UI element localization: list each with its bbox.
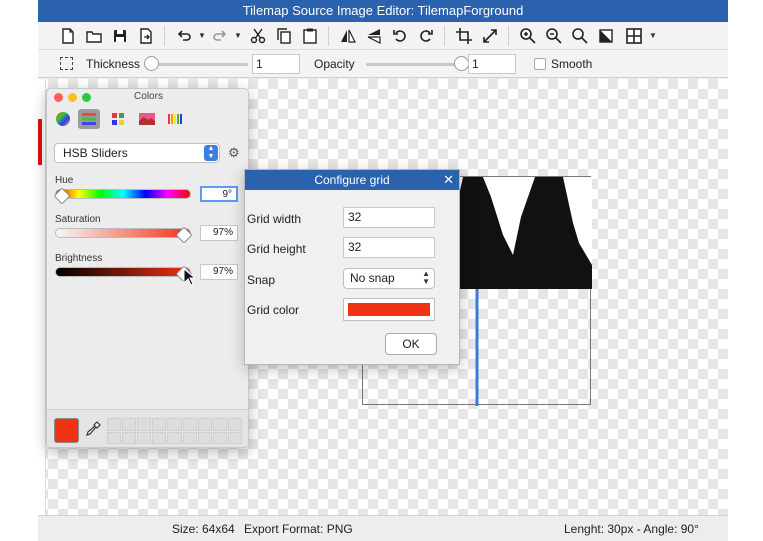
grid-height-input[interactable]: 32: [343, 237, 435, 258]
status-export-format: Export Format: PNG: [244, 522, 353, 536]
zoom-fit-icon[interactable]: [568, 25, 592, 47]
grid-dropdown-icon[interactable]: ▼: [649, 31, 657, 40]
fill-icon[interactable]: [594, 25, 618, 47]
status-size: Size: 64x64: [172, 522, 235, 536]
grid-height-label: Grid height: [247, 242, 306, 256]
smooth-checkbox[interactable]: [534, 58, 546, 70]
gear-icon[interactable]: ⚙: [228, 145, 240, 161]
status-bar: Size: 64x64 Export Format: PNG Lenght: 3…: [38, 515, 728, 541]
redo-dropdown-icon[interactable]: ▼: [234, 31, 242, 40]
export-icon[interactable]: [134, 25, 158, 47]
brightness-value-input[interactable]: 97%: [200, 264, 238, 280]
snap-label: Snap: [247, 273, 276, 287]
redo-icon[interactable]: [208, 25, 232, 47]
saturation-label: Saturation: [55, 214, 101, 225]
cut-icon[interactable]: [246, 25, 270, 47]
hue-slider[interactable]: [55, 189, 191, 199]
colors-panel: Colors HSB Sliders ▲ ▼ ⚙ Hue 9° Saturatio…: [46, 88, 249, 448]
rotate-right-icon[interactable]: [414, 25, 438, 47]
flip-horizontal-icon[interactable]: [336, 25, 360, 47]
brightness-label: Brightness: [55, 253, 103, 264]
grid-color-swatch: [348, 303, 430, 316]
color-mode-value: HSB Sliders: [63, 146, 128, 160]
mouse-cursor-icon: [183, 267, 197, 289]
thickness-slider[interactable]: [148, 63, 248, 66]
configure-grid-dialog: Configure grid ✕ Grid width 32 Grid heig…: [244, 169, 460, 365]
thickness-slider-knob[interactable]: [144, 56, 159, 71]
grid-color-label: Grid color: [247, 303, 300, 317]
flip-vertical-icon[interactable]: [362, 25, 386, 47]
color-palettes-icon[interactable]: [107, 109, 129, 129]
select-caret-icon: ▲ ▼: [204, 145, 218, 161]
hue-label: Hue: [55, 175, 74, 186]
current-color-swatch[interactable]: [54, 418, 79, 443]
grid-width-label: Grid width: [247, 212, 302, 226]
colors-panel-title: Colors: [134, 91, 163, 102]
color-mode-select[interactable]: HSB Sliders ▲ ▼: [54, 143, 220, 163]
left-panel-strip: [38, 79, 46, 515]
opacity-slider[interactable]: [366, 63, 466, 66]
snap-select[interactable]: No snap ▲ ▼: [343, 268, 435, 289]
undo-dropdown-icon[interactable]: ▼: [198, 31, 206, 40]
grid-icon[interactable]: [622, 25, 646, 47]
opacity-label: Opacity: [314, 57, 355, 71]
select-caret-icon: ▲ ▼: [422, 269, 430, 286]
saturation-value-input[interactable]: 97%: [200, 225, 238, 241]
opacity-input[interactable]: 1: [468, 54, 516, 74]
copy-icon[interactable]: [272, 25, 296, 47]
eyedropper-icon[interactable]: [85, 421, 101, 442]
options-toolbar: Thickness 1 Opacity 1 Smooth: [38, 50, 728, 78]
undo-icon[interactable]: [172, 25, 196, 47]
crayons-icon[interactable]: [165, 109, 187, 129]
swatch-grid[interactable]: [107, 418, 242, 444]
color-swatches-bar: [47, 409, 248, 447]
color-sliders-icon[interactable]: [78, 109, 100, 129]
main-toolbar: ▼ ▼ ▼: [38, 22, 728, 50]
open-folder-icon[interactable]: [82, 25, 106, 47]
color-wheel-icon[interactable]: [52, 109, 74, 129]
color-indicator: [38, 119, 42, 165]
snap-value: No snap: [350, 271, 395, 285]
grid-color-button[interactable]: [343, 298, 435, 321]
grid-width-input[interactable]: 32: [343, 207, 435, 228]
thickness-label: Thickness: [86, 57, 141, 71]
crop-icon[interactable]: [452, 25, 476, 47]
zoom-in-icon[interactable]: [516, 25, 540, 47]
resize-icon[interactable]: [478, 25, 502, 47]
zoom-out-icon[interactable]: [542, 25, 566, 47]
thickness-input[interactable]: 1: [252, 54, 300, 74]
smooth-label: Smooth: [551, 57, 593, 71]
rotate-left-icon[interactable]: [388, 25, 412, 47]
hue-value-input[interactable]: 9°: [200, 186, 238, 202]
brightness-slider[interactable]: [55, 267, 191, 277]
image-palettes-icon[interactable]: [136, 109, 158, 129]
selection-icon[interactable]: [60, 57, 73, 70]
dialog-title: Configure grid: [245, 170, 459, 190]
paste-icon[interactable]: [298, 25, 322, 47]
saturation-slider[interactable]: [55, 228, 191, 238]
opacity-slider-knob[interactable]: [454, 56, 469, 71]
window-title: Tilemap Source Image Editor: TilemapForg…: [38, 0, 728, 22]
new-file-icon[interactable]: [56, 25, 80, 47]
save-icon[interactable]: [108, 25, 132, 47]
close-icon[interactable]: ✕: [443, 170, 454, 190]
ok-button[interactable]: OK: [385, 333, 437, 355]
status-line-info: Lenght: 30px - Angle: 90°: [564, 522, 699, 536]
